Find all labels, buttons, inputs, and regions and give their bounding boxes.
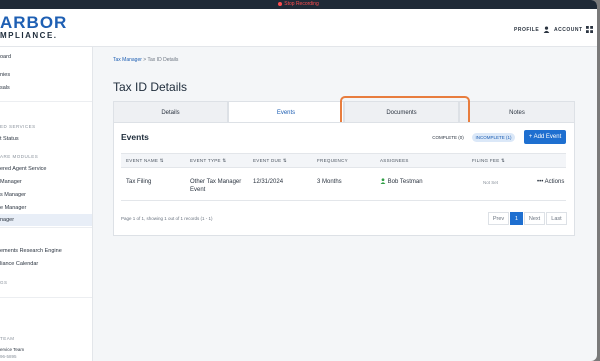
recording-bar[interactable]: Stop Recording (0, 0, 597, 9)
sidebar-divider (0, 297, 92, 298)
record-icon (278, 1, 283, 6)
column-header-filing-fee[interactable]: FILING FEE ⇅ (472, 158, 505, 164)
sidebar-section-settings: GS (0, 280, 8, 285)
column-header-event-type[interactable]: EVENT TYPE ⇅ (190, 158, 226, 164)
cell-event-type: Other Tax Manager Event (190, 179, 242, 193)
assignee-name: Bob Testman (387, 179, 423, 185)
profile-label[interactable]: PROFILE (514, 27, 539, 33)
pagination-prev-button[interactable]: Prev (488, 212, 509, 225)
sidebar-item-research-engine[interactable]: ements Research Engine (0, 248, 62, 254)
sidebar-item-manager-1[interactable]: Manager (0, 179, 22, 185)
sidebar-section-software-modules: ARE MODULES (0, 154, 39, 159)
pagination-last-button[interactable]: Last (546, 212, 567, 225)
complete-filter-pill[interactable]: COMPLETE (0) (430, 133, 466, 142)
pagination-page-1-button[interactable]: 1 (510, 212, 523, 225)
cell-frequency: 3 Months (317, 179, 342, 185)
cell-event-due: 12/31/2024 (253, 179, 284, 185)
column-header-event-due[interactable]: EVENT DUE ⇅ (253, 158, 287, 164)
row-divider (121, 200, 566, 201)
breadcrumb: Tax Manager > Tax ID Details (113, 57, 178, 63)
sidebar-service-team: ervice Team (0, 347, 25, 352)
logo-text-primary[interactable]: ARBOR (0, 14, 67, 32)
app-window: Stop Recording ARBOR MPLIANCE. PROFILE A… (0, 0, 597, 361)
logo-text-secondary[interactable]: MPLIANCE. (0, 31, 58, 40)
column-header-assignees: ASSIGNEES (380, 158, 409, 163)
person-icon (380, 178, 386, 184)
breadcrumb-current: Tax ID Details (147, 57, 179, 63)
sidebar-section-team: TEAM (0, 336, 15, 341)
account-label[interactable]: ACCOUNT (554, 27, 583, 33)
grid-icon (586, 26, 594, 33)
account-menu[interactable]: ACCOUNT (554, 26, 594, 33)
sidebar-item-status[interactable]: t Status (0, 136, 19, 142)
cell-event-name[interactable]: Tax Filing (126, 178, 151, 186)
sidebar-item-tax-manager[interactable]: nager (0, 217, 14, 223)
cell-assignee: Bob Testman (380, 178, 423, 186)
sidebar-service-phone: 96-5895 (0, 354, 17, 359)
profile-menu[interactable]: PROFILE (514, 26, 550, 33)
sidebar-section-managed-services: ED SERVICES (0, 124, 36, 129)
incomplete-filter-pill[interactable]: INCOMPLETE (1) (472, 133, 515, 142)
add-event-button[interactable]: + Add Event (524, 130, 566, 144)
breadcrumb-tax-manager-link[interactable]: Tax Manager (113, 57, 142, 63)
tab-notes[interactable]: Notes (459, 101, 575, 123)
sidebar-item-proposals[interactable]: sals (0, 85, 10, 91)
cell-filing-fee: Not Set (483, 180, 499, 185)
stop-recording-label[interactable]: Stop Recording (284, 1, 318, 7)
column-header-frequency: FREQUENCY (317, 158, 348, 163)
tab-details[interactable]: Details (113, 101, 228, 123)
breadcrumb-separator: > (143, 57, 147, 63)
sidebar: oard nies sals ED SERVICES t Status ARE … (0, 47, 93, 361)
top-header: ARBOR MPLIANCE. PROFILE ACCOUNT (0, 9, 597, 47)
events-title: Events (121, 132, 149, 142)
sidebar-divider (0, 227, 92, 228)
row-actions-menu[interactable]: ••• Actions (537, 178, 564, 186)
sidebar-item-manager-3[interactable]: e Manager (0, 205, 26, 211)
person-icon (543, 26, 550, 33)
sidebar-item-manager-2[interactable]: s Manager (0, 192, 26, 198)
sidebar-item-dashboard[interactable]: oard (0, 54, 11, 60)
page-title: Tax ID Details (113, 80, 188, 94)
sidebar-item-compliance-calendar[interactable]: liance Calendar (0, 261, 38, 267)
sidebar-item-companies[interactable]: nies (0, 72, 10, 78)
sidebar-divider (0, 101, 92, 102)
column-header-event-name[interactable]: EVENT NAME ⇅ (126, 158, 164, 164)
tab-events[interactable]: Events (228, 101, 344, 123)
sidebar-item-registered-agent[interactable]: ered Agent Service (0, 166, 46, 172)
pagination-info: Page 1 of 1, showing 1 out of 1 records … (121, 216, 213, 221)
pagination-next-button[interactable]: Next (524, 212, 545, 225)
